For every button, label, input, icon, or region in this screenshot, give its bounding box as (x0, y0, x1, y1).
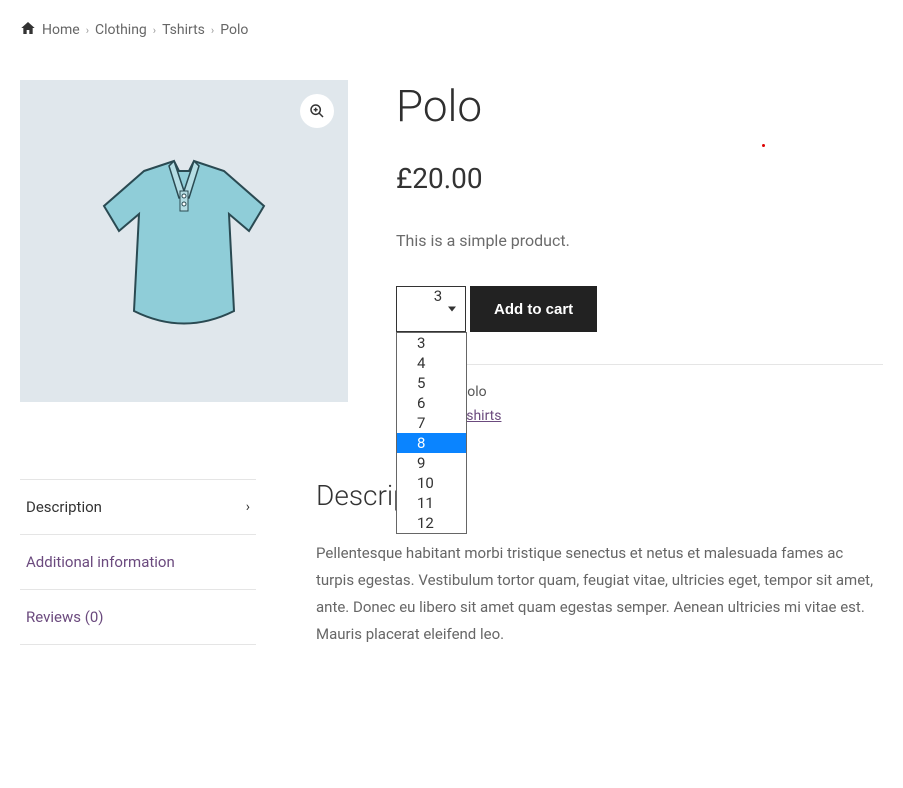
product-meta: SKU: woo-polo Category: Tshirts (396, 364, 883, 429)
chevron-right-icon: › (246, 499, 250, 515)
product-gallery (20, 80, 348, 429)
product-main: Polo £20.00 This is a simple product. 3 … (20, 80, 883, 429)
tab-body: Pellentesque habitant morbi tristique se… (316, 540, 883, 648)
meta-sku: SKU: woo-polo (396, 381, 883, 405)
quantity-select[interactable]: 3 (396, 286, 466, 332)
chevron-right-icon: › (211, 24, 214, 37)
quantity-option[interactable]: 6 (397, 393, 466, 413)
breadcrumb-clothing[interactable]: Clothing (95, 22, 147, 38)
chevron-right-icon: › (153, 24, 156, 37)
breadcrumb: Home › Clothing › Tshirts › Polo (20, 20, 883, 40)
product-price: £20.00 (396, 162, 883, 195)
product-summary: Polo £20.00 This is a simple product. 3 … (396, 80, 883, 429)
product-image[interactable] (20, 80, 348, 402)
quantity-option[interactable]: 11 (397, 493, 466, 513)
product-title: Polo (396, 80, 883, 132)
quantity-option[interactable]: 12 (397, 513, 466, 533)
quantity-option[interactable]: 4 (397, 353, 466, 373)
tab-list: Description › Additional information Rev… (20, 479, 256, 648)
tab-description[interactable]: Description › (20, 479, 256, 535)
breadcrumb-current: Polo (220, 22, 248, 38)
product-short-description: This is a simple product. (396, 231, 883, 250)
add-to-cart-button[interactable]: Add to cart (470, 286, 597, 332)
tab-additional-info[interactable]: Additional information (20, 535, 256, 590)
quantity-option[interactable]: 9 (397, 453, 466, 473)
quantity-option[interactable]: 10 (397, 473, 466, 493)
tab-reviews[interactable]: Reviews (0) (20, 590, 256, 645)
home-icon (20, 20, 36, 40)
tab-label: Description (26, 498, 102, 516)
chevron-right-icon: › (86, 24, 89, 37)
meta-category: Category: Tshirts (396, 405, 883, 429)
indicator-dot (762, 144, 765, 147)
quantity-dropdown: 3456789101112 (396, 332, 467, 534)
quantity-select-wrap: 3 3456789101112 (396, 286, 466, 332)
quantity-option[interactable]: 5 (397, 373, 466, 393)
quantity-option[interactable]: 8 (397, 433, 466, 453)
breadcrumb-tshirts[interactable]: Tshirts (162, 22, 205, 38)
breadcrumb-home[interactable]: Home (42, 22, 80, 38)
tab-label: Reviews (0) (26, 608, 104, 626)
quantity-option[interactable]: 3 (397, 333, 466, 353)
tab-label: Additional information (26, 553, 175, 571)
quantity-option[interactable]: 7 (397, 413, 466, 433)
zoom-icon[interactable] (300, 94, 334, 128)
add-to-cart-form: 3 3456789101112 Add to cart (396, 286, 883, 332)
